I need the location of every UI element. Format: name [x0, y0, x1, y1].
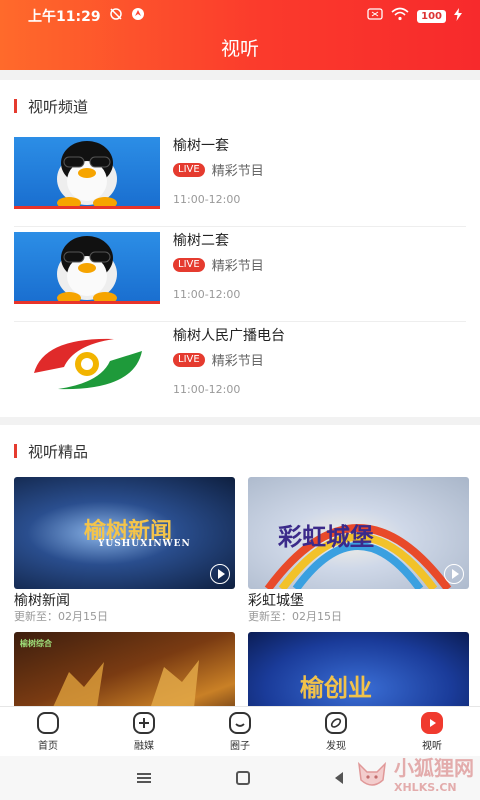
- thumb-title-text: 榆创业: [300, 673, 372, 702]
- channel-item[interactable]: 榆树一套 LIVE 精彩节目 11:00-12:00: [14, 132, 466, 227]
- play-icon: [421, 711, 443, 734]
- app-header: 上午11:29 100 视听: [0, 0, 480, 70]
- smile-icon: [229, 711, 251, 734]
- status-bar: 上午11:29 100: [0, 0, 480, 32]
- featured-grid: 榆树新闻 YUSHUXINWEN 榆树新闻 更新至：02月15日 彩虹城堡 彩虹…: [14, 477, 469, 706]
- nav-label: 圈子: [230, 740, 250, 752]
- penguin-logo-icon: [57, 236, 117, 301]
- channel-time: 11:00-12:00: [173, 288, 241, 301]
- channel-desc: 精彩节目: [211, 259, 264, 274]
- sim-icon: [367, 8, 383, 24]
- channel-thumbnail[interactable]: [14, 232, 160, 304]
- live-badge: LIVE: [173, 352, 205, 367]
- channel-time: 11:00-12:00: [173, 383, 241, 396]
- wifi-icon: [391, 7, 409, 25]
- watermark-en-text: XHLKS.CN: [394, 781, 457, 794]
- section-accent-bar: [14, 444, 17, 458]
- channel-item[interactable]: 榆树二套 LIVE 精彩节目 11:00-12:00: [14, 227, 466, 322]
- card-title: 彩虹城堡: [248, 593, 304, 609]
- section-accent-bar: [14, 99, 17, 113]
- channel-thumbnail[interactable]: [14, 327, 160, 399]
- nav-item-discover[interactable]: 发现: [288, 707, 384, 756]
- section-header: 视听频道: [14, 80, 466, 132]
- channel-name: 榆树二套: [173, 233, 229, 249]
- card-title: 榆树新闻: [14, 593, 70, 609]
- card-thumbnail[interactable]: 榆创业: [248, 632, 469, 706]
- nav-label: 发现: [326, 740, 346, 752]
- section-header: 视听精品: [14, 425, 466, 477]
- fox-logo-icon: [357, 761, 387, 786]
- nav-label: 首页: [38, 740, 58, 752]
- channel-item[interactable]: 榆树人民广播电台 LIVE 精彩节目 11:00-12:00: [14, 322, 466, 417]
- card-update: 更新至：02月15日: [14, 610, 108, 623]
- nav-label: 视听: [422, 740, 442, 752]
- featured-card[interactable]: 彩虹城堡 彩虹城堡 更新至：02月15日: [248, 477, 469, 624]
- home-icon: [37, 711, 59, 734]
- nav-label: 融媒: [134, 740, 154, 752]
- main-content[interactable]: 视听频道 榆树一套 LIVE 精彩节目 11:00-12:00 榆树二套 LIV…: [0, 70, 480, 706]
- penguin-logo-icon: [57, 141, 117, 206]
- back-icon[interactable]: [335, 772, 343, 784]
- card-thumbnail[interactable]: 榆树新闻 YUSHUXINWEN: [14, 477, 235, 589]
- alarm-off-icon: [109, 7, 123, 25]
- channels-section: 视听频道 榆树一套 LIVE 精彩节目 11:00-12:00 榆树二套 LIV…: [0, 80, 480, 417]
- channel-name: 榆树一套: [173, 138, 229, 154]
- section-title: 视听精品: [28, 442, 89, 461]
- radio-station-logo-icon: [34, 338, 142, 390]
- nav-item-av[interactable]: 视听: [384, 707, 480, 756]
- play-icon[interactable]: [210, 564, 230, 584]
- nav-item-media[interactable]: 融媒: [96, 707, 192, 756]
- channel-desc: 精彩节目: [211, 354, 264, 369]
- channel-desc: 精彩节目: [211, 164, 264, 179]
- home-square-icon[interactable]: [236, 771, 250, 785]
- channel-name: 榆树人民广播电台: [173, 328, 285, 344]
- featured-section: 视听精品 榆树新闻 YUSHUXINWEN 榆树新闻 更新至：02月15日 彩虹…: [0, 425, 480, 706]
- live-badge: LIVE: [173, 162, 205, 177]
- play-icon[interactable]: [444, 564, 464, 584]
- menu-icon[interactable]: [137, 773, 151, 783]
- status-time: 上午11:29: [28, 9, 101, 25]
- featured-card[interactable]: 榆树新闻 YUSHUXINWEN 榆树新闻 更新至：02月15日: [14, 477, 235, 624]
- thumb-title-text: 彩虹城堡: [278, 522, 374, 551]
- live-badge: LIVE: [173, 257, 205, 272]
- sculpture-art-icon: [53, 660, 199, 706]
- channel-thumbnail[interactable]: [14, 137, 160, 209]
- nav-item-circle[interactable]: 圈子: [192, 707, 288, 756]
- page-title: 视听: [220, 38, 259, 60]
- section-title: 视听频道: [28, 97, 89, 116]
- compass-icon: [325, 711, 347, 734]
- watermark-cn-text: 小狐狸网: [394, 756, 474, 780]
- card-thumbnail[interactable]: 彩虹城堡: [248, 477, 469, 589]
- featured-card[interactable]: 榆树综合: [14, 632, 235, 706]
- charging-icon: [454, 7, 462, 25]
- navigation-icon: [131, 7, 145, 25]
- channel-time: 11:00-12:00: [173, 193, 241, 206]
- card-update: 更新至：02月15日: [248, 610, 342, 623]
- nav-item-home[interactable]: 首页: [0, 707, 96, 756]
- thumb-subtitle-text: YUSHUXINWEN: [98, 539, 191, 549]
- card-thumbnail[interactable]: 榆树综合: [14, 632, 235, 706]
- bottom-nav: 首页 融媒 圈子 发现 视听: [0, 706, 480, 756]
- site-watermark: 小狐狸网 XHLKS.CN: [355, 752, 474, 794]
- plus-icon: [133, 711, 155, 734]
- battery-level: 100: [417, 9, 446, 23]
- featured-card[interactable]: 榆创业: [248, 632, 469, 706]
